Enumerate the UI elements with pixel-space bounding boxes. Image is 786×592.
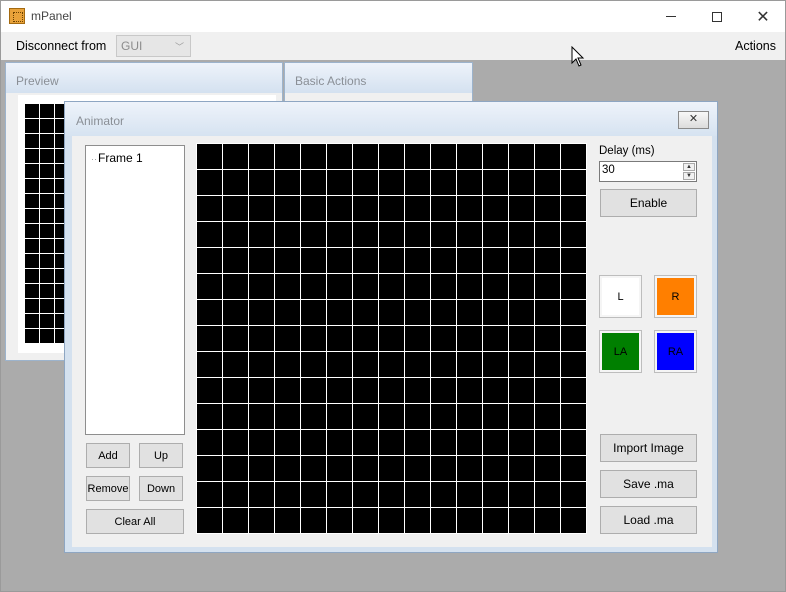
animator-dialog: Animator ✕ ··Frame 1 Add Up Remove Down …: [64, 101, 718, 553]
load-ma-button[interactable]: Load .ma: [600, 506, 697, 534]
tree-dots-icon: ··: [91, 154, 97, 164]
chevron-down-icon: ﹀: [174, 42, 184, 52]
move-up-button[interactable]: Up: [139, 443, 183, 468]
color-slot-r[interactable]: R: [654, 275, 697, 318]
basic-actions-panel: Basic Actions: [284, 62, 473, 104]
color-swatch-ra: RA: [657, 333, 694, 370]
animator-body: ··Frame 1 Add Up Remove Down Clear All D…: [72, 136, 712, 547]
color-slot-la[interactable]: LA: [599, 330, 642, 373]
color-swatch-la: LA: [602, 333, 639, 370]
animator-title: Animator: [76, 114, 125, 128]
close-icon: ✕: [756, 8, 770, 26]
connection-select[interactable]: GUI ﹀: [116, 35, 191, 57]
animator-close-button[interactable]: ✕: [678, 111, 709, 129]
menu-bar: Disconnect from GUI ﹀ Actions: [1, 32, 785, 60]
mouse-cursor-icon: [571, 46, 585, 67]
add-frame-button[interactable]: Add: [86, 443, 130, 468]
spin-up-icon[interactable]: ▲: [683, 163, 695, 171]
minimize-button[interactable]: [648, 1, 694, 32]
preview-panel-title: Preview: [6, 63, 282, 93]
animator-title-bar: Animator ✕: [65, 102, 717, 136]
close-icon: ✕: [688, 113, 699, 125]
basic-actions-panel-title: Basic Actions: [285, 63, 472, 93]
menu-actions[interactable]: Actions: [735, 39, 776, 53]
color-swatch-r: R: [657, 278, 694, 315]
color-slot-ra[interactable]: RA: [654, 330, 697, 373]
move-down-button[interactable]: Down: [139, 476, 183, 501]
import-image-button[interactable]: Import Image: [600, 434, 697, 462]
enable-button[interactable]: Enable: [600, 189, 697, 217]
remove-frame-button[interactable]: Remove: [86, 476, 130, 501]
maximize-icon: [712, 11, 722, 22]
color-slot-l[interactable]: L: [599, 275, 642, 318]
app-icon: [9, 8, 25, 24]
delay-input[interactable]: 30 ▲ ▼: [599, 161, 697, 182]
frame-list-item[interactable]: ··Frame 1: [91, 151, 143, 165]
clear-all-button[interactable]: Clear All: [86, 509, 184, 534]
delay-label: Delay (ms): [599, 145, 655, 157]
delay-value: 30: [602, 164, 615, 176]
save-ma-button[interactable]: Save .ma: [600, 470, 697, 498]
close-button[interactable]: ✕: [740, 1, 786, 32]
main-window: mPanel ✕ Disconnect from GUI ﹀ Actions P…: [0, 0, 786, 592]
frame-label: Frame 1: [98, 151, 143, 165]
frame-list[interactable]: ··Frame 1: [85, 145, 185, 435]
title-bar: mPanel ✕: [1, 1, 785, 32]
led-grid-editor[interactable]: [196, 143, 587, 534]
spin-down-icon[interactable]: ▼: [683, 172, 695, 180]
color-swatch-l: L: [602, 278, 639, 315]
maximize-button[interactable]: [694, 1, 740, 32]
connection-select-value: GUI: [121, 39, 143, 53]
app-title: mPanel: [31, 9, 72, 23]
minimize-icon: [666, 16, 676, 17]
menu-disconnect-from[interactable]: Disconnect from: [16, 39, 106, 53]
